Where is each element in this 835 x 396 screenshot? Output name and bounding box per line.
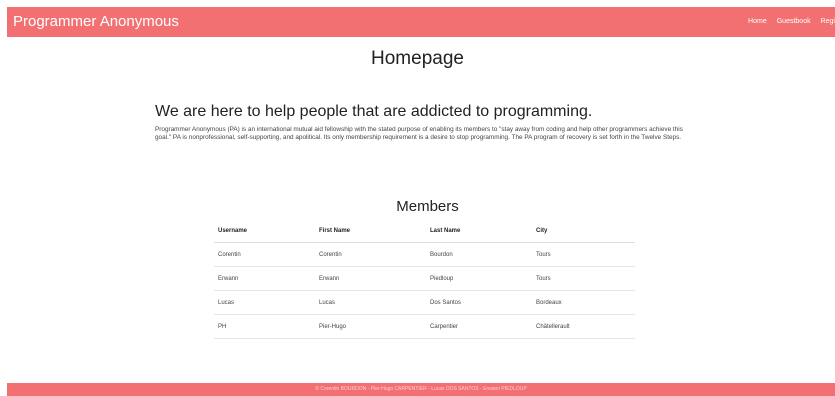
cell-last-name: Dos Santos [426,290,532,315]
table-header-row: Username First Name Last Name City [214,220,635,243]
page-title: Homepage [371,48,464,69]
column-header-first-name: First Name [315,220,426,243]
cell-city: Châtellerault [532,314,635,339]
nav-link-register[interactable]: Regi [821,7,835,37]
members-table: Username First Name Last Name City Coren… [214,220,635,339]
footer: © Corentin BOURDON - Pier-Hugo CARPENTIE… [7,383,835,396]
footer-credits: © Corentin BOURDON - Pier-Hugo CARPENTIE… [315,386,527,392]
cell-first-name: Pier-Hugo [315,314,426,339]
table-row: Corentin Corentin Bourdon Tours [214,242,635,267]
cell-username: PH [214,314,315,339]
nav-link-guestbook[interactable]: Guestbook [777,7,811,37]
cell-city: Tours [532,242,635,267]
column-header-last-name: Last Name [426,220,532,243]
hero-heading: We are here to help people that are addi… [155,103,593,120]
table-row: PH Pier-Hugo Carpentier Châtellerault [214,314,635,339]
table-row: Lucas Lucas Dos Santos Bordeaux [214,290,635,315]
column-header-city: City [532,220,635,243]
cell-first-name: Lucas [315,290,426,315]
cell-first-name: Erwann [315,266,426,291]
cell-username: Corentin [214,242,315,267]
cell-username: Erwann [214,266,315,291]
cell-last-name: Bourdon [426,242,532,267]
nav-links: Home Guestbook Regi [738,7,835,37]
page: Programmer Anonymous Home Guestbook Regi… [0,0,835,396]
cell-last-name: Piedloup [426,266,532,291]
brand-link[interactable]: Programmer Anonymous [13,7,179,37]
table-row: Erwann Erwann Piedloup Tours [214,266,635,291]
members-title: Members [396,198,459,215]
hero-description: Programmer Anonymous (PA) is an internat… [155,126,683,141]
cell-username: Lucas [214,290,315,315]
navbar: Programmer Anonymous Home Guestbook Regi [7,7,835,37]
column-header-username: Username [214,220,315,243]
cell-last-name: Carpentier [426,314,532,339]
cell-city: Bordeaux [532,290,635,315]
cell-city: Tours [532,266,635,291]
nav-link-home[interactable]: Home [748,7,767,37]
cell-first-name: Corentin [315,242,426,267]
